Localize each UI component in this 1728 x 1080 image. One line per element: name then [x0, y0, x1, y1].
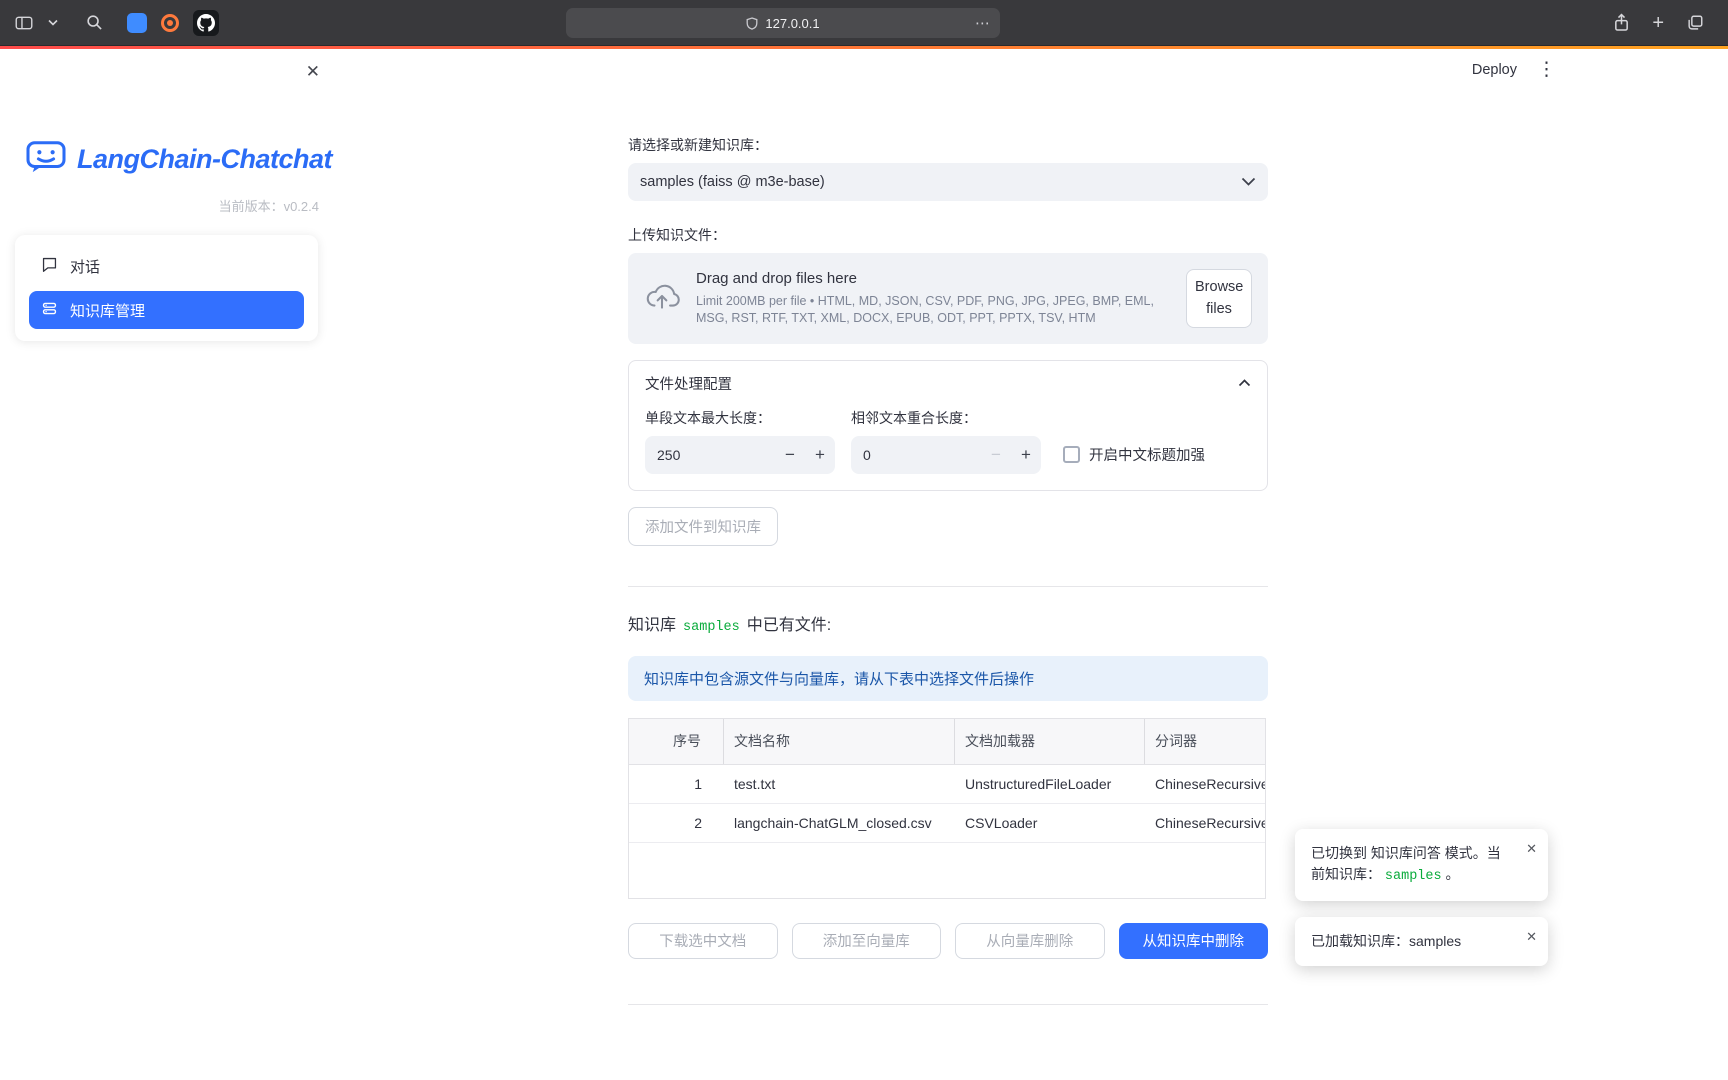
overlap-size-value[interactable]: 0 [851, 447, 981, 463]
table-row[interactable]: 1 test.txt UnstructuredFileLoader Chines… [629, 765, 1266, 804]
page-options-icon[interactable]: ⋯ [975, 14, 991, 32]
sidebar-item-knowledge-base[interactable]: 知识库管理 [29, 291, 304, 329]
toast-mode-switched: 已切换到 知识库问答 模式。当前知识库： samples 。 ✕ [1295, 829, 1548, 901]
section-divider [628, 1004, 1268, 1005]
expander-title: 文件处理配置 [645, 373, 732, 394]
heading-suffix: 中已有文件: [747, 611, 831, 635]
step-up-icon[interactable]: + [1011, 445, 1041, 465]
column-header[interactable]: 序号 [629, 719, 724, 764]
app-logo: LangChain-Chatchat [0, 139, 333, 180]
kb-select-label: 请选择或新建知识库： [628, 135, 1268, 155]
step-down-icon[interactable]: − [775, 445, 805, 465]
cell-splitter: ChineseRecursive [1145, 804, 1266, 842]
site-icon [746, 17, 758, 30]
cell-loader: UnstructuredFileLoader [955, 765, 1145, 803]
table-row[interactable]: 2 langchain-ChatGLM_closed.csv CSVLoader… [629, 804, 1266, 843]
files-table[interactable]: 序号 文档名称 文档加载器 分词器 1 test.txt Unstructure… [628, 718, 1266, 899]
close-icon[interactable]: ✕ [1526, 839, 1537, 859]
kb-selected-value: samples (faiss @ m3e-base) [640, 174, 825, 190]
chevron-down-icon[interactable] [48, 19, 58, 26]
chunk-size-label: 单段文本最大长度： [645, 408, 835, 428]
logo-chat-icon [25, 139, 67, 180]
section-divider [628, 586, 1268, 587]
chevron-down-icon [1241, 174, 1256, 190]
browser-toolbar: 127.0.0.1 ⋯ + [0, 0, 1728, 46]
column-header[interactable]: 文档加载器 [955, 719, 1145, 764]
sidebar-item-label: 知识库管理 [70, 300, 145, 321]
search-icon[interactable] [86, 14, 103, 31]
table-header-row: 序号 文档名称 文档加载器 分词器 [629, 719, 1266, 765]
column-header[interactable]: 文档名称 [724, 719, 955, 764]
chunk-size-value[interactable]: 250 [645, 447, 775, 463]
sidebar-menu: 对话 知识库管理 [15, 235, 318, 341]
toast-code: samples [1385, 869, 1442, 884]
toast-stack: 已切换到 知识库问答 模式。当前知识库： samples 。 ✕ 已加载知识库：… [1295, 829, 1548, 966]
delete-from-kb-button[interactable]: 从知识库中删除 [1119, 923, 1269, 959]
knowledge-base-icon [41, 300, 58, 321]
pinned-extension-blue-icon[interactable] [127, 13, 147, 33]
chat-bubble-icon [41, 256, 58, 277]
toast-text: 。 [1446, 866, 1460, 882]
kb-select[interactable]: samples (faiss @ m3e-base) [628, 163, 1268, 201]
sidebar-item-label: 对话 [70, 256, 100, 277]
checkbox-box[interactable] [1063, 446, 1080, 463]
tab-overview-icon[interactable] [1686, 14, 1704, 32]
cell-index: 1 [629, 765, 724, 803]
overlap-size-input[interactable]: 0 − + [851, 436, 1041, 474]
logo-text: LangChain-Chatchat [77, 144, 332, 175]
sidebar-close-icon[interactable]: ✕ [306, 62, 320, 82]
toast-kb-loaded: 已加载知识库：samples ✕ [1295, 917, 1548, 966]
cloud-upload-icon [644, 281, 680, 316]
add-to-vector-store-button[interactable]: 添加至向量库 [792, 923, 942, 959]
version-label: 当前版本：v0.2.4 [0, 196, 333, 215]
close-icon[interactable]: ✕ [1526, 927, 1537, 947]
cell-filename: test.txt [724, 765, 955, 803]
download-selected-button[interactable]: 下载选中文档 [628, 923, 778, 959]
add-files-button[interactable]: 添加文件到知识库 [628, 507, 778, 546]
sidebar-toggle-icon[interactable] [14, 14, 34, 32]
address-bar[interactable]: 127.0.0.1 ⋯ [566, 8, 1000, 38]
browse-files-button[interactable]: Browse files [1186, 269, 1252, 328]
sidebar: ✕ LangChain-Chatchat 当前版本：v0.2.4 对话 [0, 49, 333, 1080]
cell-loader: CSVLoader [955, 804, 1145, 842]
column-header[interactable]: 分词器 [1145, 719, 1266, 764]
sidebar-item-dialogue[interactable]: 对话 [29, 247, 304, 285]
new-tab-icon[interactable]: + [1652, 13, 1664, 33]
zh-title-enhance-checkbox[interactable]: 开启中文标题加强 [1057, 436, 1205, 474]
delete-from-vector-store-button[interactable]: 从向量库删除 [955, 923, 1105, 959]
kb-files-heading: 知识库 samples 中已有文件: [628, 611, 1268, 635]
checkbox-label: 开启中文标题加强 [1089, 444, 1205, 465]
app-menu-icon[interactable]: ⋮ [1537, 60, 1556, 79]
dropzone-title: Drag and drop files here [696, 270, 1170, 287]
cell-splitter: ChineseRecursive [1145, 765, 1266, 803]
file-config-expander: 文件处理配置 单段文本最大长度： 250 − + 相邻文本重合长度： [628, 360, 1268, 491]
dropzone-limit: Limit 200MB per file • HTML, MD, JSON, C… [696, 293, 1170, 327]
heading-prefix: 知识库 [628, 611, 676, 635]
share-icon[interactable] [1613, 13, 1630, 32]
overlap-size-label: 相邻文本重合长度： [851, 408, 1041, 428]
chevron-up-icon [1238, 375, 1251, 391]
cell-index: 2 [629, 804, 724, 842]
expander-header[interactable]: 文件处理配置 [629, 361, 1267, 406]
step-up-icon[interactable]: + [805, 445, 835, 465]
cell-filename: langchain-ChatGLM_closed.csv [724, 804, 955, 842]
upload-label: 上传知识文件： [628, 225, 1268, 245]
toast-text: 已加载知识库：samples [1311, 933, 1461, 949]
kb-name-code: samples [683, 620, 740, 635]
chunk-size-input[interactable]: 250 − + [645, 436, 835, 474]
info-banner: 知识库中包含源文件与向量库，请从下表中选择文件后操作 [628, 656, 1268, 701]
file-dropzone[interactable]: Drag and drop files here Limit 200MB per… [628, 253, 1268, 344]
step-down-icon[interactable]: − [981, 445, 1011, 465]
address-url: 127.0.0.1 [765, 16, 819, 31]
pinned-extension-orange-icon[interactable] [161, 14, 179, 32]
github-icon[interactable] [193, 10, 219, 36]
deploy-button[interactable]: Deploy [1472, 62, 1517, 78]
